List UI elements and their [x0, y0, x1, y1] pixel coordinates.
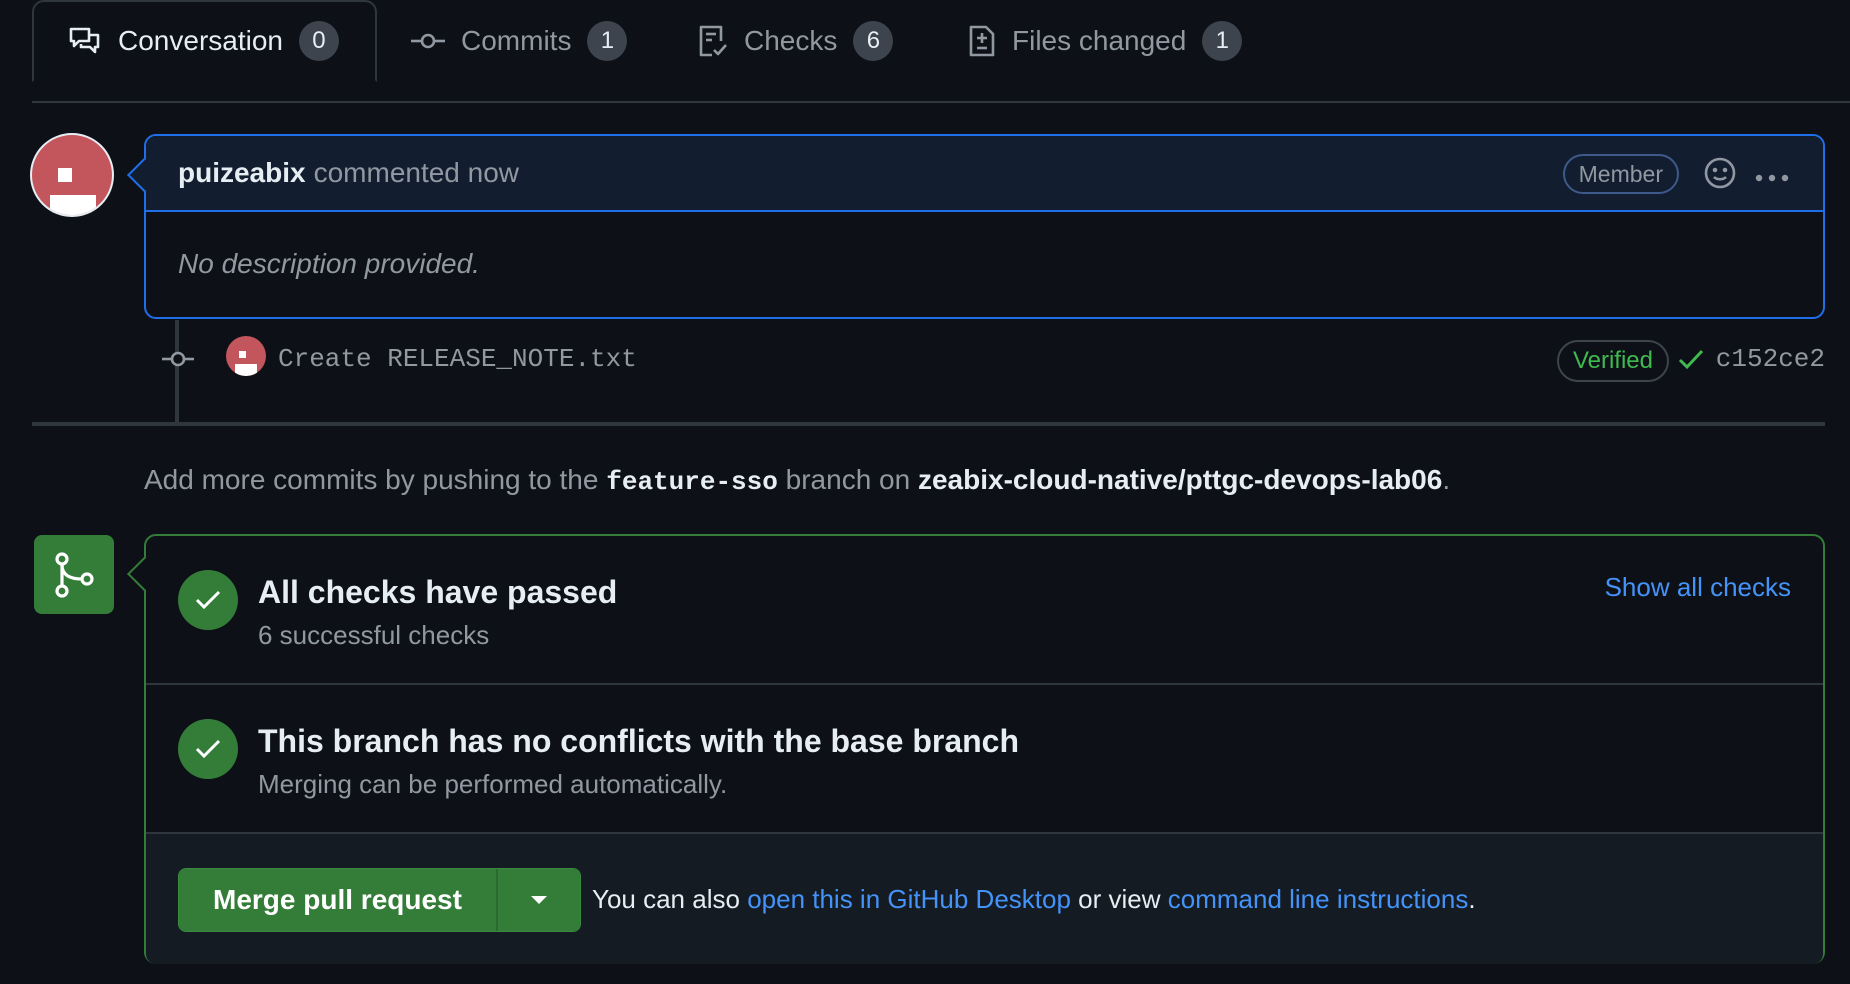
tab-label: Files changed [1012, 24, 1187, 56]
repo-name: zeabix-cloud-native/pttgc-devops-lab06 [917, 464, 1443, 495]
github-desktop-link[interactable]: open this in GitHub Desktop [747, 884, 1071, 914]
checks-section: All checks have passed 6 successful chec… [146, 536, 1823, 685]
tab-counter: 1 [587, 20, 628, 61]
merge-pull-request-button[interactable]: Merge pull request [179, 869, 498, 931]
kebab-menu-icon[interactable] [1755, 158, 1789, 190]
merge-actions: Merge pull request You can also open thi… [146, 834, 1823, 964]
tab-commits[interactable]: Commits 1 [377, 0, 661, 81]
conflicts-title: This branch has no conflicts with the ba… [258, 723, 1020, 759]
comment-timestamp[interactable]: commented now [314, 157, 519, 189]
checklist-icon [699, 25, 727, 56]
check-icon[interactable] [1678, 348, 1704, 370]
tab-label: Checks [744, 24, 838, 56]
merge-box: All checks have passed 6 successful chec… [127, 534, 1825, 964]
push-note: Add more commits by pushing to the featu… [144, 464, 1450, 497]
merge-button-group: Merge pull request [178, 868, 581, 932]
commit-status: c152ce2 [1678, 344, 1825, 374]
verified-badge[interactable]: Verified [1556, 340, 1669, 382]
also-middle: or view [1078, 884, 1161, 914]
push-note-suffix: . [1442, 464, 1451, 495]
checks-title: All checks have passed [258, 574, 618, 610]
conflicts-section: This branch has no conflicts with the ba… [146, 685, 1823, 834]
git-commit-icon [411, 33, 445, 48]
tab-label: Conversation [118, 25, 283, 56]
triangle-down-icon [530, 896, 547, 904]
git-merge-icon [34, 535, 114, 614]
branch-name: feature-sso [606, 467, 778, 497]
checks-subtitle: 6 successful checks [258, 620, 490, 650]
also-prefix: You can also [592, 884, 740, 914]
timeline-commit: Create RELEASE_NOTE.txt Verified c152ce2 [160, 336, 1825, 384]
git-commit-icon [162, 351, 194, 367]
check-circle-icon [178, 719, 238, 779]
timeline-divider [32, 422, 1825, 426]
comment-body: No description provided. [178, 248, 480, 279]
member-badge: Member [1562, 154, 1679, 194]
comment-box: puizeabix commented now Member No descri… [127, 134, 1825, 319]
comment-discussion-icon [69, 27, 100, 54]
tabs-underline [32, 101, 1850, 103]
show-all-checks-link[interactable]: Show all checks [1605, 572, 1791, 603]
also-suffix: . [1468, 884, 1476, 914]
tab-checks[interactable]: Checks 6 [664, 0, 927, 81]
command-line-link[interactable]: command line instructions [1168, 884, 1469, 914]
commit-sha[interactable]: c152ce2 [1716, 344, 1825, 374]
avatar[interactable] [30, 133, 114, 217]
merge-alternatives: You can also open this in GitHub Desktop… [592, 884, 1476, 915]
push-note-middle: branch on [785, 464, 911, 495]
add-reaction-icon[interactable] [1703, 156, 1737, 197]
conflicts-subtitle: Merging can be performed automatically. [258, 769, 728, 799]
tab-label: Commits [461, 24, 572, 56]
tab-conversation[interactable]: Conversation 0 [32, 0, 377, 82]
comment-author[interactable]: puizeabix [178, 157, 306, 189]
check-circle-icon [178, 570, 238, 630]
tab-counter: 0 [298, 21, 339, 61]
tab-files-changed[interactable]: Files changed 1 [934, 0, 1276, 81]
tab-counter: 1 [1202, 20, 1243, 61]
comment-header: puizeabix commented now Member [146, 136, 1823, 212]
merge-options-dropdown[interactable] [497, 869, 580, 931]
file-diff-icon [969, 25, 995, 56]
commit-message[interactable]: Create RELEASE_NOTE.txt [278, 344, 637, 374]
commit-author-avatar[interactable] [226, 336, 266, 376]
push-note-prefix: Add more commits by pushing to the [144, 464, 599, 495]
tab-counter: 6 [853, 20, 894, 61]
